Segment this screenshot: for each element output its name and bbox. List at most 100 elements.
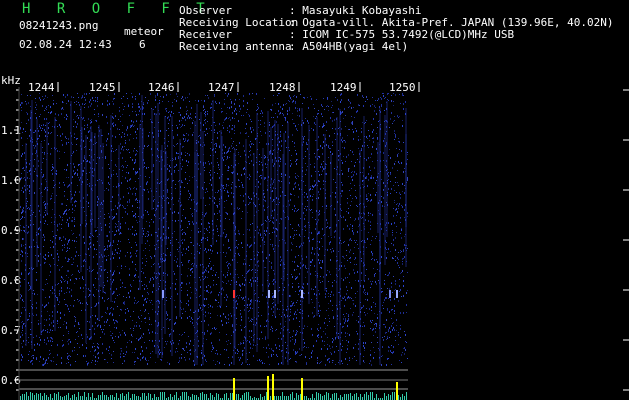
noise-pixel [47, 224, 48, 225]
noise-pixel [396, 148, 397, 149]
noise-pixel [335, 128, 336, 130]
noise-pixel [181, 220, 182, 222]
noise-pixel [299, 273, 300, 275]
noise-pixel [176, 144, 177, 145]
noise-pixel [299, 326, 300, 327]
noise-pixel [387, 99, 388, 100]
noise-pixel [352, 179, 353, 181]
noise-pixel [214, 122, 215, 123]
noise-pixel [138, 103, 139, 104]
noise-pixel [347, 345, 348, 346]
noise-pixel [139, 325, 140, 327]
noise-pixel [107, 272, 108, 273]
noise-pixel [236, 307, 237, 309]
noise-pixel [88, 118, 89, 120]
noise-pixel [83, 117, 84, 119]
noise-pixel [170, 298, 171, 299]
noise-pixel [354, 272, 355, 274]
noise-pixel [269, 131, 270, 132]
noise-pixel [402, 261, 403, 262]
noise-pixel [78, 177, 79, 178]
noise-pixel [237, 303, 238, 305]
noise-pixel [281, 259, 282, 261]
noise-pixel [286, 103, 287, 104]
noise-pixel [361, 272, 362, 274]
noise-pixel [291, 249, 292, 251]
noise-pixel [67, 353, 68, 354]
noise-pixel [82, 96, 83, 98]
noise-pixel [294, 146, 295, 147]
noise-pixel [114, 342, 115, 343]
noise-pixel [324, 109, 325, 110]
noise-pixel [280, 134, 281, 136]
noise-pixel [167, 189, 168, 191]
noise-pixel [244, 277, 245, 278]
noise-pixel [93, 355, 94, 356]
noise-pixel [257, 360, 258, 361]
noise-pixel [396, 215, 397, 216]
noise-pixel [88, 202, 89, 204]
noise-pixel [181, 274, 182, 275]
noise-pixel [310, 195, 311, 197]
noise-pixel [107, 362, 108, 363]
noise-pixel [216, 145, 217, 147]
noise-pixel [190, 340, 191, 342]
noise-pixel [372, 131, 373, 133]
noise-pixel [82, 276, 83, 277]
noise-pixel [38, 160, 39, 162]
noise-pixel [70, 364, 71, 366]
noise-pixel [183, 348, 184, 350]
noise-pixel [223, 282, 224, 283]
noise-pixel [330, 274, 331, 275]
noise-pixel [76, 251, 77, 253]
noise-pixel [281, 328, 282, 329]
noise-pixel [21, 359, 22, 361]
noise-pixel [228, 322, 229, 323]
noise-pixel [252, 319, 253, 320]
noise-pixel [154, 263, 155, 264]
noise-pixel [201, 310, 202, 311]
noise-pixel [216, 350, 217, 351]
noise-pixel [104, 255, 105, 257]
noise-pixel [134, 364, 135, 365]
noise-pixel [217, 205, 218, 207]
noise-pixel [97, 204, 98, 206]
noise-pixel [31, 360, 32, 362]
noise-pixel [363, 334, 364, 335]
noise-pixel [374, 275, 375, 277]
noise-pixel [262, 116, 263, 117]
noise-pixel [82, 118, 83, 120]
noise-pixel [285, 117, 286, 119]
noise-pixel [35, 107, 36, 108]
noise-pixel [65, 96, 66, 98]
noise-pixel [232, 128, 233, 130]
noise-pixel [193, 345, 194, 346]
noise-pixel [137, 151, 138, 152]
noise-pixel [135, 230, 136, 231]
noise-pixel [328, 308, 329, 309]
noise-pixel [65, 238, 66, 240]
noise-pixel [260, 183, 261, 185]
noise-pixel [166, 108, 167, 109]
noise-pixel [132, 352, 133, 353]
noise-pixel [227, 261, 228, 262]
noise-pixel [227, 127, 228, 129]
noise-pixel [192, 177, 193, 178]
noise-pixel [341, 349, 342, 351]
noise-pixel [306, 256, 307, 258]
noise-pixel [382, 355, 383, 356]
noise-pixel [123, 296, 124, 297]
noise-pixel [61, 290, 62, 292]
noise-pixel [78, 324, 79, 325]
noise-pixel [243, 100, 244, 102]
noise-pixel [294, 269, 295, 271]
noise-pixel [404, 209, 405, 211]
noise-pixel [36, 104, 37, 106]
noise-pixel [346, 255, 347, 256]
noise-pixel [352, 171, 353, 172]
noise-pixel [173, 137, 174, 139]
noise-pixel [218, 277, 219, 278]
noise-pixel [272, 210, 273, 212]
noise-pixel [179, 340, 180, 341]
noise-pixel [351, 122, 352, 124]
